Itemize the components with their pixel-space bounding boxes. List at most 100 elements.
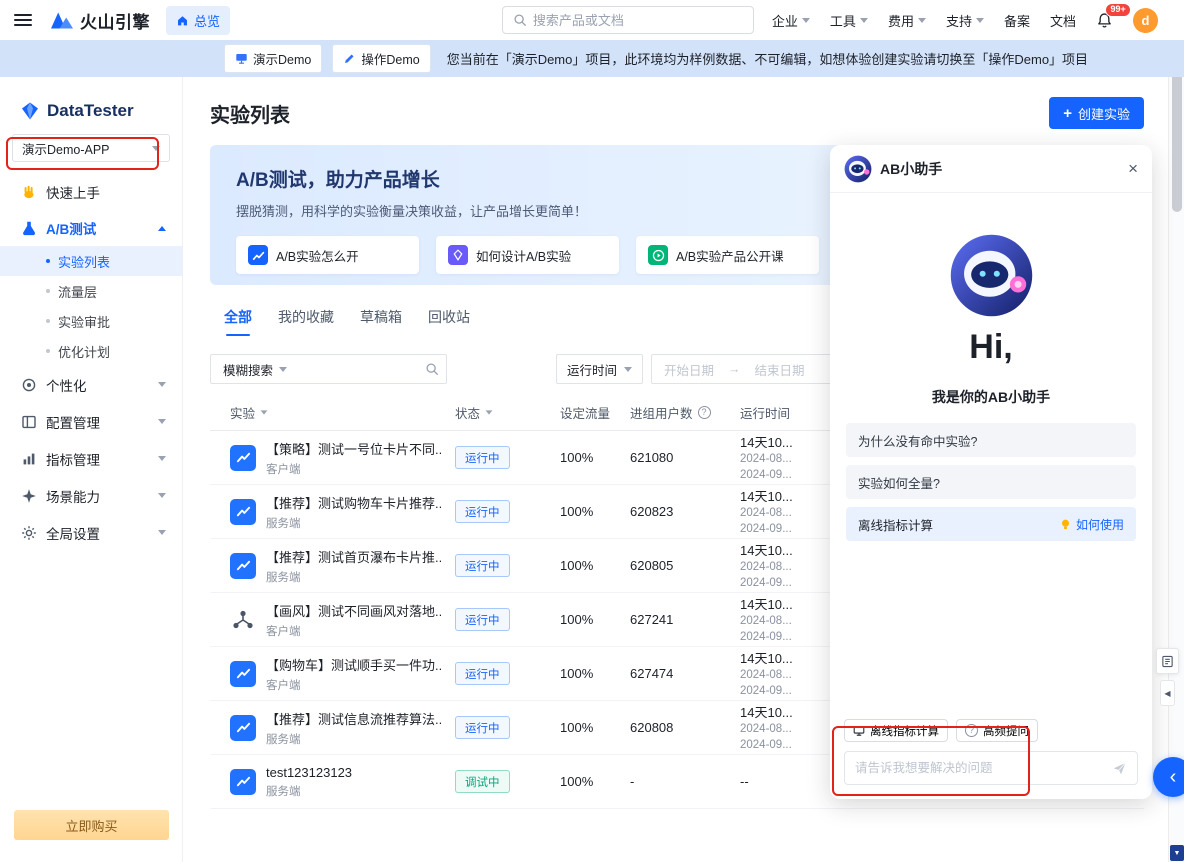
chevron-down-icon [860,18,868,23]
home-icon [176,14,189,27]
sidebar-item-optimization-plan[interactable]: 优化计划 [0,336,182,366]
flask-icon [21,220,37,236]
suggestion-full-volume[interactable]: 实验如何全量? [846,465,1136,499]
demo-project-button[interactable]: 演示Demo [224,44,322,73]
brand-logo[interactable]: 火山引擎 [50,8,150,33]
tab-all[interactable]: 全部 [224,307,252,336]
pencil-icon [343,52,356,65]
chevron-down-icon [624,367,632,372]
search-icon[interactable] [418,362,446,376]
traffic-value: 100% [560,450,630,465]
bar-chart-icon [21,451,37,467]
users-value: - [630,774,740,789]
operate-project-button[interactable]: 操作Demo [332,44,430,73]
nav-support[interactable]: 支持 [946,11,984,30]
user-avatar[interactable]: d [1133,8,1158,33]
plus-icon: + [1063,106,1072,121]
sidebar-item-metric-management[interactable]: 指标管理 [0,440,182,477]
sidebar-item-experiment-approval[interactable]: 实验审批 [0,306,182,336]
banner-card-how-to-start[interactable]: A/B实验怎么开 [236,236,419,274]
how-to-use-link[interactable]: 如何使用 [1059,516,1124,533]
chevron-down-icon [279,367,287,372]
notification-badge: 99+ [1105,3,1131,18]
assistant-message-input[interactable] [855,761,1104,775]
status-badge: 运行中 [455,662,510,685]
users-value: 620808 [630,720,740,735]
traffic-value: 100% [560,558,630,573]
overview-button[interactable]: 总览 [166,6,230,35]
feedback-float-button[interactable] [1156,648,1179,674]
gem-icon [20,101,40,121]
send-icon[interactable] [1112,761,1127,776]
sidebar-item-config-management[interactable]: 配置管理 [0,403,182,440]
column-status[interactable]: 状态 [455,403,560,422]
sidebar-item-traffic-layer[interactable]: 流量层 [0,276,182,306]
nav-docs[interactable]: 文档 [1050,11,1076,30]
brand-name: 火山引擎 [80,8,150,33]
sidebar-item-global-settings[interactable]: 全局设置 [0,514,182,551]
users-value: 627474 [630,666,740,681]
offline-metric-quick-button[interactable]: 离线指标计算 [844,719,948,742]
status-badge: 运行中 [455,446,510,469]
search-icon [513,13,527,27]
experiment-title[interactable]: 【推荐】测试首页瀑布卡片推... [266,547,441,566]
experiment-title[interactable]: 【推荐】测试信息流推荐算法... [266,709,441,728]
page-scrollbar[interactable]: ▲ ▼ [1168,40,1184,862]
experiment-title[interactable]: 【画风】测试不同画风对落地... [266,601,441,620]
status-badge: 调试中 [455,770,510,793]
project-selector[interactable]: 演示Demo-APP [12,134,170,162]
hamburger-menu-icon[interactable] [14,14,32,26]
target-icon [21,377,37,393]
search-input[interactable] [533,13,743,28]
tab-recycle-bin[interactable]: 回收站 [428,307,470,336]
sidebar-item-quick-start[interactable]: 快速上手 [0,174,182,210]
scrollbar-thumb[interactable] [1172,62,1182,212]
nav-enterprise[interactable]: 企业 [772,11,810,30]
search-type-select[interactable]: 模糊搜索 [211,360,299,379]
collapse-float-button[interactable]: ◀ [1160,680,1175,706]
question-circle-icon[interactable]: ? [698,406,711,419]
faq-quick-button[interactable]: ? 高频提问 [956,719,1038,742]
experiment-title[interactable]: 【策略】测试一号位卡片不同... [266,439,441,458]
suggestion-no-hit[interactable]: 为什么没有命中实验? [846,423,1136,457]
nav-tools[interactable]: 工具 [830,11,868,30]
close-icon[interactable]: × [1128,160,1138,177]
suggestion-offline-metric[interactable]: 离线指标计算 如何使用 [846,507,1136,541]
tab-favorites[interactable]: 我的收藏 [278,307,334,336]
traffic-value: 100% [560,774,630,789]
banner-card-how-to-design[interactable]: 如何设计A/B实验 [436,236,619,274]
datatester-logo[interactable]: DataTester [0,77,182,121]
scroll-down-button[interactable]: ▼ [1170,845,1184,861]
experiment-title[interactable]: 【购物车】测试顺手买一件功... [266,655,441,674]
chevron-down-icon [158,382,166,387]
experiment-title[interactable]: test123123123 [266,765,352,780]
sidebar-item-scene-capability[interactable]: 场景能力 [0,477,182,514]
banner-card-open-course[interactable]: A/B实验产品公开课 [636,236,819,274]
column-experiment[interactable]: 实验 [230,403,455,422]
nav-billing[interactable]: 费用 [888,11,926,30]
date-range-picker[interactable]: 开始日期 → 结束日期 [651,354,859,384]
sidebar-item-ab-test[interactable]: A/B测试 [0,210,182,246]
tab-drafts[interactable]: 草稿箱 [360,307,402,336]
ab-experiment-icon [230,715,256,741]
users-value: 620805 [630,558,740,573]
assistant-intro: 我是你的AB小助手 [846,387,1136,407]
status-badge: 运行中 [455,608,510,631]
bullet-dot [46,349,50,353]
sidebar-item-experiment-list[interactable]: 实验列表 [0,246,182,276]
users-value: 620823 [630,504,740,519]
run-time-filter[interactable]: 运行时间 [556,354,643,384]
nav-registration[interactable]: 备案 [1004,11,1030,30]
bullet-dot [46,259,50,263]
sidebar-item-personalization[interactable]: 个性化 [0,366,182,403]
project-notice: 您当前在「演示Demo」项目，此环境均为样例数据、不可编辑，如想体验创建实验请切… [447,49,1088,68]
experiment-title[interactable]: 【推荐】测试购物车卡片推荐... [266,493,441,512]
notifications-button[interactable]: 99+ [1096,12,1113,29]
gear-icon [21,525,37,541]
global-search[interactable] [502,6,754,34]
chevron-down-icon [158,456,166,461]
experiment-search-input[interactable] [299,362,418,377]
create-experiment-button[interactable]: + 创建实验 [1049,97,1144,129]
buy-now-button[interactable]: 立即购买 [14,810,169,840]
sparkle-icon [21,488,37,504]
